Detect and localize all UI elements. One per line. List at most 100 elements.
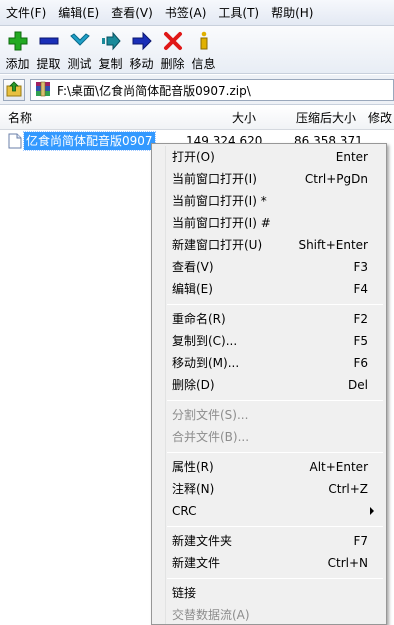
- menu-item-shortcut: Ctrl+Z: [328, 482, 368, 496]
- menu-item-new-file[interactable]: 新建文件 Ctrl+N: [154, 552, 384, 574]
- add-button[interactable]: 添加: [2, 26, 33, 74]
- menu-item-open-inside[interactable]: 当前窗口打开(I) Ctrl+PgDn: [154, 168, 384, 190]
- menu-bookmarks[interactable]: 书签(A): [159, 3, 213, 23]
- move-button[interactable]: 移动: [126, 26, 157, 74]
- toolbar: 添加 提取 测试 复制 移动 删除 信息: [0, 26, 394, 74]
- menu-item-delete[interactable]: 删除(D) Del: [154, 374, 384, 396]
- menu-view[interactable]: 查看(V): [105, 3, 159, 23]
- move-icon: [131, 30, 153, 52]
- menu-item-shortcut: Enter: [335, 150, 368, 164]
- menu-item-rename[interactable]: 重命名(R) F2: [154, 308, 384, 330]
- menu-item-label: 删除(D): [172, 378, 215, 392]
- menu-item-label: CRC: [172, 504, 197, 518]
- menu-item-label: 交替数据流(A): [172, 608, 250, 622]
- add-icon: [7, 30, 29, 52]
- menu-item-label: 查看(V): [172, 260, 214, 274]
- menu-item-label: 重命名(R): [172, 312, 226, 326]
- menu-item-properties[interactable]: 属性(R) Alt+Enter: [154, 456, 384, 478]
- menu-item-crc[interactable]: CRC: [154, 500, 384, 522]
- column-size[interactable]: 大小: [232, 106, 256, 130]
- menu-item-label: 新建文件夹: [172, 534, 233, 548]
- menu-item-label: 移动到(M)...: [172, 356, 240, 370]
- menu-item-label: 链接: [172, 586, 197, 600]
- column-header: 名称 大小 压缩后大小 修改: [0, 106, 394, 130]
- test-button[interactable]: 测试: [64, 26, 95, 74]
- test-icon: [69, 30, 91, 52]
- column-name[interactable]: 名称: [8, 106, 32, 130]
- menu-item-comment[interactable]: 注释(N) Ctrl+Z: [154, 478, 384, 500]
- file-name: 亿食尚简体配音版0907: [23, 131, 156, 151]
- menu-item-label: 属性(R): [172, 460, 214, 474]
- menu-item-shortcut: F4: [353, 282, 368, 296]
- context-menu: 打开(O) Enter 当前窗口打开(I) Ctrl+PgDn 当前窗口打开(I) …: [151, 143, 387, 625]
- menu-item-label: 当前窗口打开(I): [172, 172, 257, 186]
- add-label: 添加: [5, 57, 30, 71]
- menu-separator: [167, 304, 383, 305]
- info-button[interactable]: 信息: [188, 26, 219, 74]
- extract-icon: [38, 30, 60, 52]
- menu-item-shortcut: F6: [353, 356, 368, 370]
- menu-separator: [167, 526, 383, 527]
- menu-tools[interactable]: 工具(T): [212, 3, 265, 23]
- info-icon: [193, 30, 215, 52]
- extract-label: 提取: [36, 57, 61, 71]
- menu-item-label: 分割文件(S)...: [172, 408, 249, 422]
- copy-button[interactable]: 复制: [95, 26, 126, 74]
- menu-item-label: 新建文件: [172, 556, 221, 570]
- menu-separator: [167, 578, 383, 579]
- menu-item-label: 当前窗口打开(I) *: [172, 194, 267, 208]
- address-path: F:\桌面\亿食尚简体配音版0907.zip\: [57, 83, 251, 98]
- menu-item-move-to[interactable]: 移动到(M)... F6: [154, 352, 384, 374]
- menu-item-shortcut: Shift+Enter: [298, 238, 368, 252]
- menu-item-label: 复制到(C)...: [172, 334, 238, 348]
- menu-item-label: 编辑(E): [172, 282, 213, 296]
- address-field[interactable]: F:\桌面\亿食尚简体配音版0907.zip\: [30, 79, 394, 101]
- menu-item-copy-to[interactable]: 复制到(C)... F5: [154, 330, 384, 352]
- address-bar: F:\桌面\亿食尚简体配音版0907.zip\: [0, 75, 394, 105]
- menu-item-label: 当前窗口打开(I) #: [172, 216, 271, 230]
- copy-label: 复制: [98, 57, 123, 71]
- menu-edit[interactable]: 编辑(E): [52, 3, 105, 23]
- menu-item-shortcut: F5: [353, 334, 368, 348]
- column-packed-size[interactable]: 压缩后大小: [296, 106, 356, 130]
- menu-item-open-inside-star[interactable]: 当前窗口打开(I) *: [154, 190, 384, 212]
- menu-item-shortcut: F3: [353, 260, 368, 274]
- menu-help[interactable]: 帮助(H): [265, 3, 319, 23]
- delete-icon: [162, 30, 184, 52]
- menu-item-label: 新建窗口打开(U): [172, 238, 263, 252]
- menu-item-shortcut: F2: [353, 312, 368, 326]
- menu-item-edit[interactable]: 编辑(E) F4: [154, 278, 384, 300]
- menu-file[interactable]: 文件(F): [0, 3, 52, 23]
- archive-icon: [35, 81, 51, 100]
- menu-item-label: 合并文件(B)...: [172, 430, 250, 444]
- menu-separator: [167, 452, 383, 453]
- menu-item-open[interactable]: 打开(O) Enter: [154, 146, 384, 168]
- copy-icon: [100, 30, 122, 52]
- menu-item-open-new-window[interactable]: 新建窗口打开(U) Shift+Enter: [154, 234, 384, 256]
- delete-label: 删除: [160, 57, 185, 71]
- menu-separator: [167, 400, 383, 401]
- menu-item-view[interactable]: 查看(V) F3: [154, 256, 384, 278]
- menu-item-shortcut: Ctrl+N: [327, 556, 368, 570]
- menu-item-split-file: 分割文件(S)...: [154, 404, 384, 426]
- extract-button[interactable]: 提取: [33, 26, 64, 74]
- menu-item-shortcut: F7: [353, 534, 368, 548]
- move-label: 移动: [129, 57, 154, 71]
- menu-item-link[interactable]: 链接: [154, 582, 384, 604]
- column-modified[interactable]: 修改: [368, 106, 392, 130]
- menu-item-label: 注释(N): [172, 482, 215, 496]
- menu-bar: 文件(F) 编辑(E) 查看(V) 书签(A) 工具(T) 帮助(H): [0, 0, 394, 26]
- menu-item-shortcut: Ctrl+PgDn: [304, 172, 368, 186]
- up-folder-icon: [6, 80, 22, 100]
- menu-item-new-folder[interactable]: 新建文件夹 F7: [154, 530, 384, 552]
- menu-item-shortcut: Del: [348, 378, 368, 392]
- delete-button[interactable]: 删除: [157, 26, 188, 74]
- menu-item-shortcut: Alt+Enter: [309, 460, 368, 474]
- menu-item-combine-files: 合并文件(B)...: [154, 426, 384, 448]
- info-label: 信息: [191, 57, 216, 71]
- test-label: 测试: [67, 57, 92, 71]
- up-folder-button[interactable]: [3, 79, 25, 101]
- submenu-arrow-icon: [370, 507, 374, 515]
- menu-item-open-inside-hash[interactable]: 当前窗口打开(I) #: [154, 212, 384, 234]
- menu-item-label: 打开(O): [172, 150, 215, 164]
